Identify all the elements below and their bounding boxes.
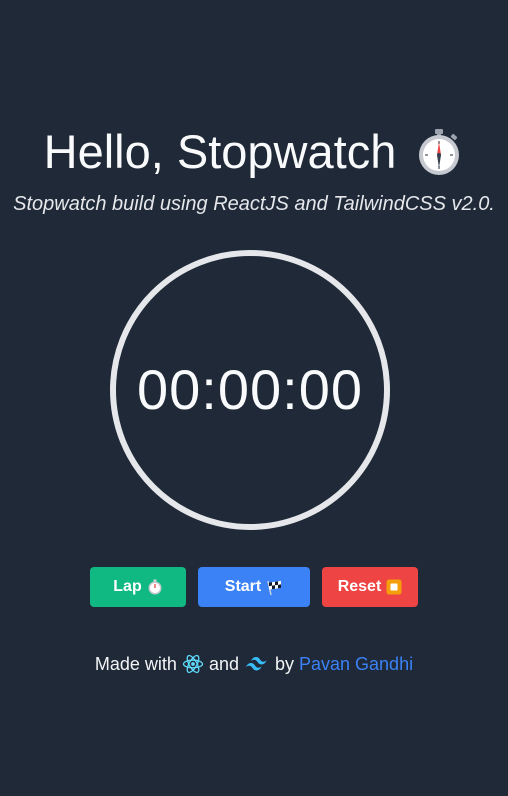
page-subtitle: Stopwatch build using ReactJS and Tailwi… xyxy=(13,193,495,215)
lap-button-label: Lap xyxy=(113,578,142,595)
checkered-flag-icon xyxy=(266,579,283,596)
footer-by: by xyxy=(274,653,294,674)
tailwind-logo-icon xyxy=(244,655,270,673)
stopwatch-app: Hello, Stopwatch Stopwatch build using R… xyxy=(0,0,508,796)
timer-dial: 00:00:00 xyxy=(110,250,390,530)
start-button-label: Start xyxy=(224,578,262,595)
react-logo-icon xyxy=(182,653,204,675)
stop-square-icon xyxy=(386,579,402,595)
timer-display: 00:00:00 xyxy=(137,357,363,421)
start-button[interactable]: Start xyxy=(198,567,310,607)
footer: Made with and by Pavan Gandhi xyxy=(0,653,508,675)
author-link[interactable]: Pavan Gandhi xyxy=(299,654,413,675)
reset-button-label: Reset xyxy=(337,578,382,595)
control-buttons: Lap Start Reset xyxy=(0,567,508,607)
page-title-text: Hello, Stopwatch xyxy=(43,125,397,178)
footer-and: and xyxy=(208,653,239,674)
footer-made-with: Made with xyxy=(94,653,177,674)
lap-button[interactable]: Lap xyxy=(90,567,186,607)
stopwatch-icon xyxy=(414,127,464,177)
stopwatch-icon xyxy=(147,579,163,595)
reset-button[interactable]: Reset xyxy=(322,567,418,607)
page-title: Hello, Stopwatch xyxy=(0,124,508,180)
